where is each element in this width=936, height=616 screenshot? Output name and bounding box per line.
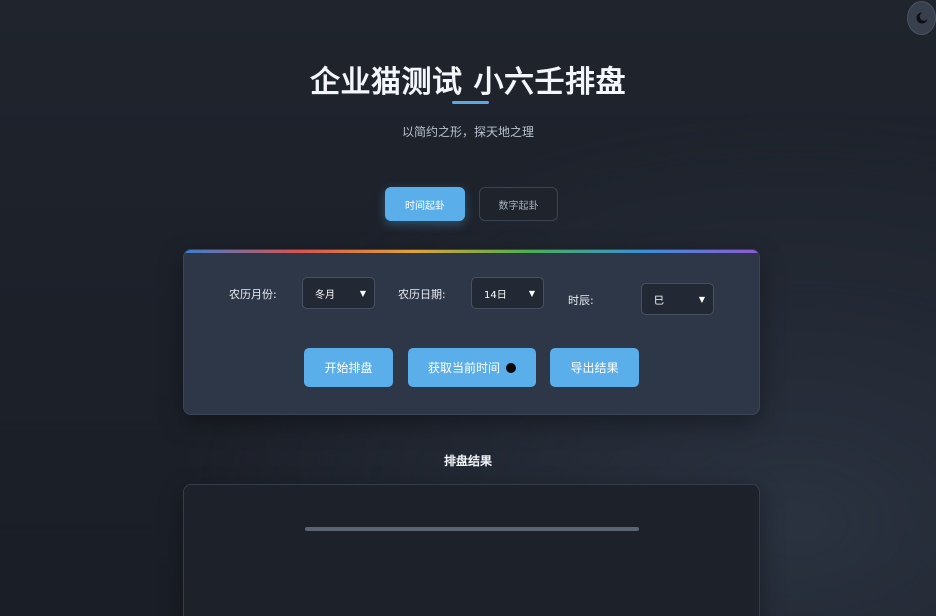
page-title: 企业猫测试 小六壬排盘	[310, 65, 626, 100]
hour-label: 时辰:	[568, 294, 594, 307]
export-button-label: 导出结果	[570, 361, 619, 375]
moon-icon	[916, 12, 928, 24]
get-current-time-label: 获取当前时间	[427, 361, 500, 375]
result-title: 排盘结果	[443, 454, 492, 468]
month-label: 农历月份:	[229, 288, 277, 301]
tab-number-divination[interactable]: 数字起卦	[479, 187, 558, 221]
start-button[interactable]: 开始排盘	[304, 348, 393, 387]
day-label: 农历日期:	[398, 288, 446, 301]
chevron-down-icon: ▼	[528, 288, 535, 298]
input-panel: 农历月份: 冬月 ▼ 农历日期: 14日 ▼ 时辰: 巳 ▼ 开始排盘 获取当前…	[183, 249, 760, 415]
day-select[interactable]: 14日 ▼	[471, 277, 544, 309]
tab-time-divination[interactable]: 时间起卦	[385, 187, 465, 221]
theme-toggle-button[interactable]	[907, 1, 936, 35]
hour-select-value: 巳	[654, 295, 664, 307]
chevron-down-icon: ▼	[698, 294, 705, 304]
get-current-time-button[interactable]: 获取当前时间	[408, 348, 536, 387]
hour-select[interactable]: 巳 ▼	[641, 283, 714, 315]
result-panel	[183, 484, 760, 616]
page-subtitle: 以简约之形，探天地之理	[401, 125, 534, 139]
start-button-label: 开始排盘	[324, 361, 373, 375]
month-select-value: 冬月	[315, 289, 335, 301]
title-underline	[452, 101, 489, 104]
chevron-down-icon: ▼	[359, 288, 366, 298]
export-button[interactable]: 导出结果	[550, 348, 639, 387]
month-select[interactable]: 冬月 ▼	[302, 277, 375, 309]
panel-accent-bar	[184, 250, 759, 253]
result-placeholder-bar	[305, 527, 639, 531]
clock-icon	[506, 362, 516, 373]
day-select-value: 14日	[484, 289, 507, 301]
